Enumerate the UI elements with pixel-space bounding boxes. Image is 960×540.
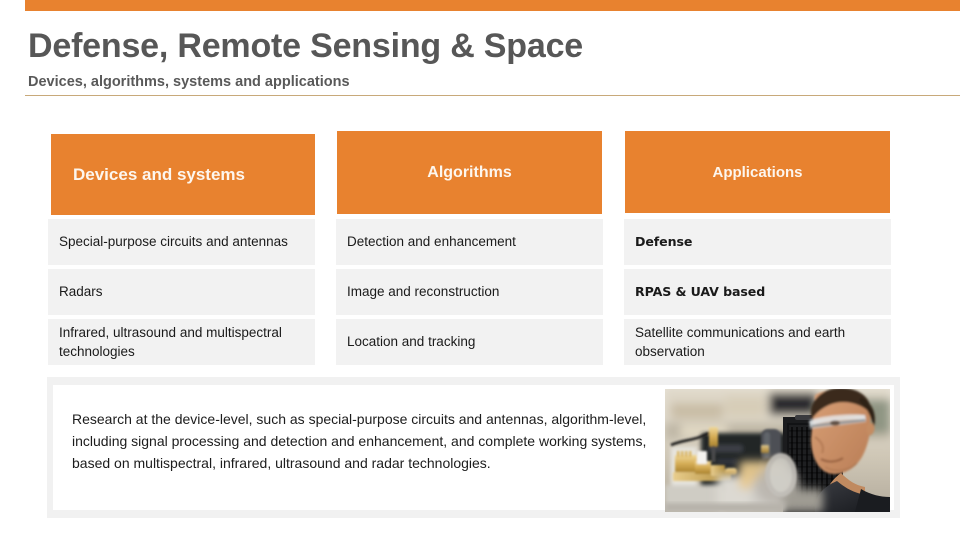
table-row: Infrared, ultrasound and multispectral t… xyxy=(48,319,315,365)
table-header-algorithms: Algorithms xyxy=(337,131,602,214)
table-row: RPAS & UAV based xyxy=(624,269,891,315)
table-row: Defense xyxy=(624,219,891,265)
table-row: Satellite communications and earth obser… xyxy=(624,319,891,365)
table-row: Radars xyxy=(48,269,315,315)
table-row: Special-purpose circuits and antennas xyxy=(48,219,315,265)
table-header-applications: Applications xyxy=(625,131,890,213)
slide: Defense, Remote Sensing & Space Devices,… xyxy=(0,0,960,540)
laboratory-photo xyxy=(665,389,890,512)
table-header-devices-and-systems: Devices and systems xyxy=(51,134,315,215)
summary-paragraph: Research at the device-level, such as sp… xyxy=(72,411,647,472)
table-row: Image and reconstruction xyxy=(336,269,603,315)
table-row: Detection and enhancement xyxy=(336,219,603,265)
table-row: Location and tracking xyxy=(336,319,603,365)
